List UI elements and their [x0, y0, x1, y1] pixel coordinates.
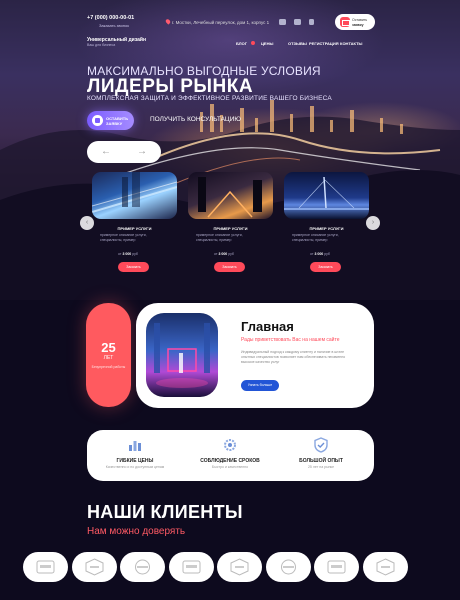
- bridge-illustration: [284, 176, 369, 210]
- badge-logo-icon: [327, 560, 346, 574]
- learn-more-button[interactable]: Узнать больше: [241, 380, 279, 391]
- client-logo[interactable]: [168, 552, 214, 582]
- consultation-link[interactable]: ПОЛУЧИТЬ КОНСУЛЬТАЦИЮ: [150, 116, 241, 123]
- experience-number: 25: [101, 340, 116, 355]
- phone-number[interactable]: +7 (000) 000-00-01: [87, 15, 134, 21]
- client-logo[interactable]: [120, 552, 165, 582]
- telegram-icon[interactable]: [309, 19, 314, 25]
- price-unit: руб: [132, 252, 138, 256]
- order-button[interactable]: Заказать: [310, 262, 341, 272]
- vk-icon[interactable]: [294, 19, 301, 25]
- price-prefix: от: [310, 252, 314, 256]
- service-image[interactable]: [188, 172, 273, 219]
- document-icon: [92, 115, 103, 126]
- price-prefix: от: [214, 252, 218, 256]
- client-logo[interactable]: [23, 552, 68, 582]
- prev-arrow-icon[interactable]: ←: [101, 147, 111, 157]
- price-unit: руб: [324, 252, 330, 256]
- client-logo[interactable]: [71, 552, 117, 582]
- price-chart-icon: [129, 441, 141, 451]
- request-button[interactable]: Оставить заявку: [335, 14, 375, 30]
- service-description: примерное описание услуги, специалисты, …: [292, 233, 339, 242]
- light-trails-illustration: [92, 172, 177, 213]
- leave-request-button[interactable]: ОСТАВИТЬ ЗАЯВКУ: [87, 111, 134, 130]
- features-bar: ГИБКИЕ ЦЕНЫ СОБЛЮДЕНИЕ СРОКОВ БОЛЬШОЙ ОП…: [87, 430, 374, 481]
- address: г. Мостки, Лечебный переулок, дом 1, кор…: [172, 20, 270, 25]
- service-title: ПРИМЕР УСЛУГИ: [309, 226, 344, 231]
- badge-logo-icon: [135, 559, 150, 575]
- clients-subtitle: Нам можно доверять: [87, 526, 186, 537]
- gear-icon: [224, 439, 236, 451]
- badge-logo-icon: [182, 560, 200, 574]
- feature-title: ГИБКИЕ ЦЕНЫ: [116, 458, 154, 464]
- client-logo[interactable]: [217, 552, 262, 582]
- service-image[interactable]: [284, 172, 369, 219]
- hero-subtitle: КОМПЛЕКСНАЯ ЗАЩИТА И ЭФФЕКТИВНОЕ РАЗВИТИ…: [87, 95, 332, 102]
- leave-request-label: ОСТАВИТЬ ЗАЯВКУ: [106, 116, 129, 126]
- nav-prices[interactable]: ЦЕНЫ: [261, 41, 273, 46]
- price-unit: руб: [228, 252, 234, 256]
- request-button-line1: Оставить: [352, 18, 368, 22]
- client-logo[interactable]: [314, 552, 359, 582]
- clients-title: НАШИ КЛИЕНТЫ: [87, 502, 243, 522]
- client-logo[interactable]: [265, 552, 311, 582]
- price-prefix: от: [118, 252, 122, 256]
- mail-icon: [340, 17, 350, 27]
- badge-logo-icon: [36, 560, 55, 574]
- feature-title: БОЛЬШОЙ ОПЫТ: [299, 458, 343, 464]
- nav-contacts[interactable]: КОНТАКТЫ: [340, 41, 362, 46]
- about-title: Главная: [241, 319, 294, 334]
- slider-next-icon[interactable]: ›: [366, 216, 380, 230]
- shield-icon: [314, 437, 328, 453]
- badge-logo-icon: [85, 558, 103, 576]
- service-image[interactable]: [92, 172, 177, 219]
- next-arrow-icon[interactable]: →: [137, 147, 147, 157]
- location-pin-icon: [164, 18, 172, 25]
- about-text: Индивидуальный подход к каждому клиенту …: [241, 350, 346, 364]
- badge-logo-icon: [230, 558, 249, 576]
- about-card: Главная Рады приветствовать Вас на нашем…: [136, 303, 374, 408]
- service-title: ПРИМЕР УСЛУГИ: [213, 226, 248, 231]
- service-price: от 3 000 руб: [310, 252, 330, 256]
- youtube-icon[interactable]: [279, 19, 286, 25]
- experience-badge: 25 ЛЕТ Безупречной работы: [86, 303, 131, 407]
- service-price: от 3 000 руб: [214, 252, 234, 256]
- header: +7 (000) 000-00-01 Заказать звонок г. Мо…: [0, 0, 460, 50]
- nav-badge: [251, 41, 255, 45]
- slider-prev-icon[interactable]: ‹: [80, 216, 94, 230]
- service-description: примерное описание услуги, специалисты, …: [196, 233, 243, 242]
- feature-title: СОБЛЮДЕНИЕ СРОКОВ: [200, 458, 260, 464]
- price-value: 3 000: [122, 252, 132, 256]
- service-title: ПРИМЕР УСЛУГИ: [117, 226, 152, 231]
- order-button[interactable]: Заказать: [214, 262, 245, 272]
- client-logo[interactable]: [362, 552, 408, 582]
- request-button-line2: заявку: [352, 23, 364, 27]
- nav-blog[interactable]: БЛОГ: [236, 41, 247, 46]
- order-button[interactable]: Заказать: [118, 262, 149, 272]
- price-value: 3 000: [218, 252, 228, 256]
- about-image: [146, 313, 218, 397]
- experience-description: Безупречной работы: [91, 365, 126, 369]
- feature-description: 25 лет на рынке: [307, 465, 335, 469]
- callback-link[interactable]: Заказать звонок: [99, 23, 129, 28]
- nav-registration[interactable]: РЕГИСТРАЦИЯ: [309, 41, 339, 46]
- neon-room-illustration: [154, 323, 210, 388]
- service-price: от 3 000 руб: [118, 252, 138, 256]
- nav-reviews[interactable]: ОТЗЫВЫ: [288, 41, 307, 46]
- price-value: 3 000: [314, 252, 324, 256]
- badge-logo-icon: [376, 558, 394, 576]
- badge-logo-icon: [280, 559, 296, 575]
- service-description: примерное описание услуги, специалисты, …: [100, 233, 147, 242]
- feature-description: Быстро и качественно: [211, 465, 249, 469]
- experience-label: ЛЕТ: [103, 355, 114, 361]
- feature-description: Качественно и по доступным ценам: [105, 465, 165, 469]
- hero-pager: ← →: [87, 141, 161, 163]
- logo-tagline: Ваш для бизнеса: [87, 43, 116, 47]
- city-street-illustration: [198, 177, 262, 218]
- about-subtitle: Рады приветствовать Вас на нашем сайте: [241, 337, 340, 343]
